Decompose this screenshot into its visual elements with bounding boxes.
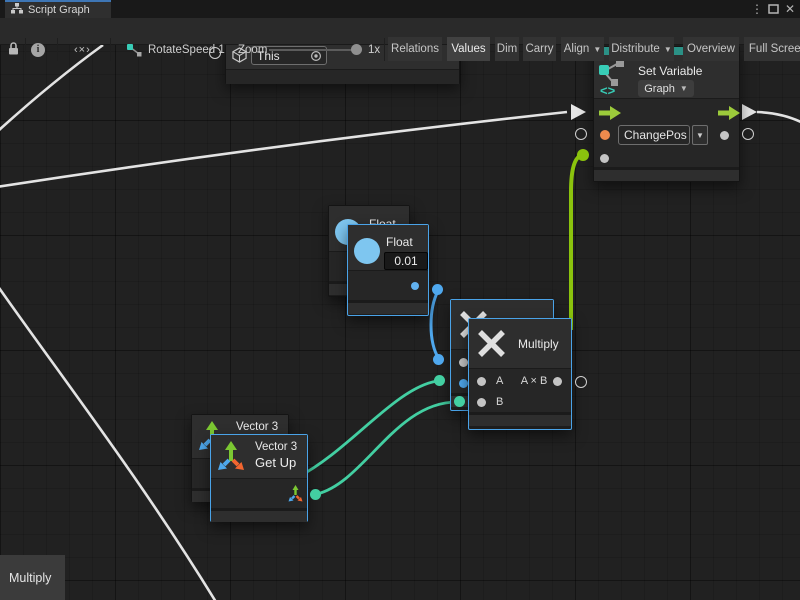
unconnected-port-ring[interactable] [575,128,587,140]
zoom-slider-handle[interactable] [351,44,362,55]
kebab-menu-icon[interactable]: ⋮ [750,1,764,17]
wire-endpoint-teal[interactable] [310,489,321,500]
unconnected-port-ring[interactable] [742,128,754,140]
info-icon[interactable]: i [31,43,45,57]
chevron-down-icon: ▼ [664,45,672,54]
flow-input-port[interactable] [599,106,621,125]
node-title: Vector 3 [236,421,278,433]
wire-result-to-setvariable[interactable] [571,156,582,331]
wire-flow-into-setvariable[interactable] [0,112,567,187]
node-title: Float [386,235,413,249]
input-value-port[interactable] [600,154,609,163]
float-output-port[interactable] [411,282,419,290]
port-result[interactable] [553,377,562,386]
variable-name-dropdown-button[interactable]: ▼ [692,125,708,145]
toolbar: i ‹×› RotateSpeed 1 Zoom 1x Relations▼ V… [0,18,800,45]
this-node-body [226,69,459,84]
button-dim[interactable]: Dim▼ [495,37,519,61]
vector3-icon [216,439,246,476]
port-b-label: B [496,396,503,408]
button-align[interactable]: Align▼ [561,37,604,61]
zoom-value: 1x [368,44,380,56]
target-picker-icon[interactable] [310,50,322,65]
float-value-input[interactable]: 0.01 [384,252,428,270]
wire-endpoint-lime[interactable] [577,149,589,161]
wire-vector3-to-multiply-upper[interactable] [298,381,437,477]
node-title: Set Variable [638,64,702,78]
chevron-down-icon: ▼ [593,45,601,54]
multiply-icon [476,328,507,364]
node-footer [469,412,571,426]
wire-flow-diagonal[interactable] [0,285,216,600]
set-variable-icon: <> [598,57,630,102]
wire-endpoint-blue[interactable] [432,284,443,295]
port-b[interactable] [459,379,468,388]
wire-float-to-multiply[interactable] [431,291,439,359]
graph-hierarchy-icon [11,3,23,17]
port-a-label: A [496,375,503,387]
wire-endpoint-blue[interactable] [433,354,444,365]
vector3-output-port[interactable] [287,484,304,507]
chevron-down-icon: ▼ [680,84,688,93]
button-relations[interactable]: Relations▼ [388,37,442,61]
node-subtitle: Get Up [255,455,296,470]
variable-name-port[interactable] [600,130,610,140]
port-a[interactable] [477,377,486,386]
chevron-down-icon: ▼ [696,131,704,140]
button-full-screen[interactable]: Full Screen▼ [744,37,800,61]
wire-endpoint-teal[interactable] [434,375,445,386]
flow-arrowhead-right [742,104,757,120]
float-node[interactable]: Float 0.01 [347,224,429,316]
node-title: Vector 3 [255,441,297,453]
flow-output-port[interactable] [718,106,740,125]
button-carry[interactable]: Carry▼ [523,37,556,61]
code-icon[interactable]: ‹×› [74,44,91,56]
result-label: A × B [513,375,555,387]
vector3-get-up-node[interactable]: Vector 3 Get Up [210,434,308,522]
svg-text:<>: <> [600,83,616,97]
maximize-icon[interactable] [766,1,780,17]
node-title: Multiply [518,337,559,351]
lock-icon[interactable] [6,41,21,61]
wire-flow-out-setvariable[interactable] [757,112,800,122]
node-footer [348,300,428,314]
button-distribute[interactable]: Distribute▼ [609,37,674,61]
port-a[interactable] [459,358,468,367]
zoom-label: Zoom [238,44,267,56]
wire-endpoint-teal[interactable] [454,396,465,407]
port-b[interactable] [477,398,486,407]
float-icon [354,238,380,264]
button-values[interactable]: Values▼ [447,37,490,61]
multiply-node-partial[interactable]: Multiply [0,555,65,600]
close-icon[interactable]: ✕ [783,1,797,17]
graph-breadcrumb[interactable]: RotateSpeed 1 [148,44,225,56]
zoom-slider-track[interactable] [269,49,357,51]
node-footer [211,508,307,522]
graph-breadcrumb-icon [126,43,143,63]
multiply-node[interactable]: Multiply A A × B B [468,318,572,430]
set-variable-node[interactable]: <> Set Variable Graph▼ ChangePos ▼ [593,46,740,182]
output-value-port[interactable] [720,131,729,140]
title-bar: Script Graph ⋮ ✕ [0,0,800,18]
variable-name-field[interactable]: ChangePos [618,125,690,145]
unconnected-port-ring[interactable] [575,376,587,388]
variable-scope-dropdown[interactable]: Graph▼ [638,80,694,97]
node-footer [594,167,739,181]
tab-script-graph[interactable]: Script Graph [5,0,111,18]
flow-arrowhead-left [571,104,586,120]
button-overview[interactable]: Overview▼ [683,37,739,61]
